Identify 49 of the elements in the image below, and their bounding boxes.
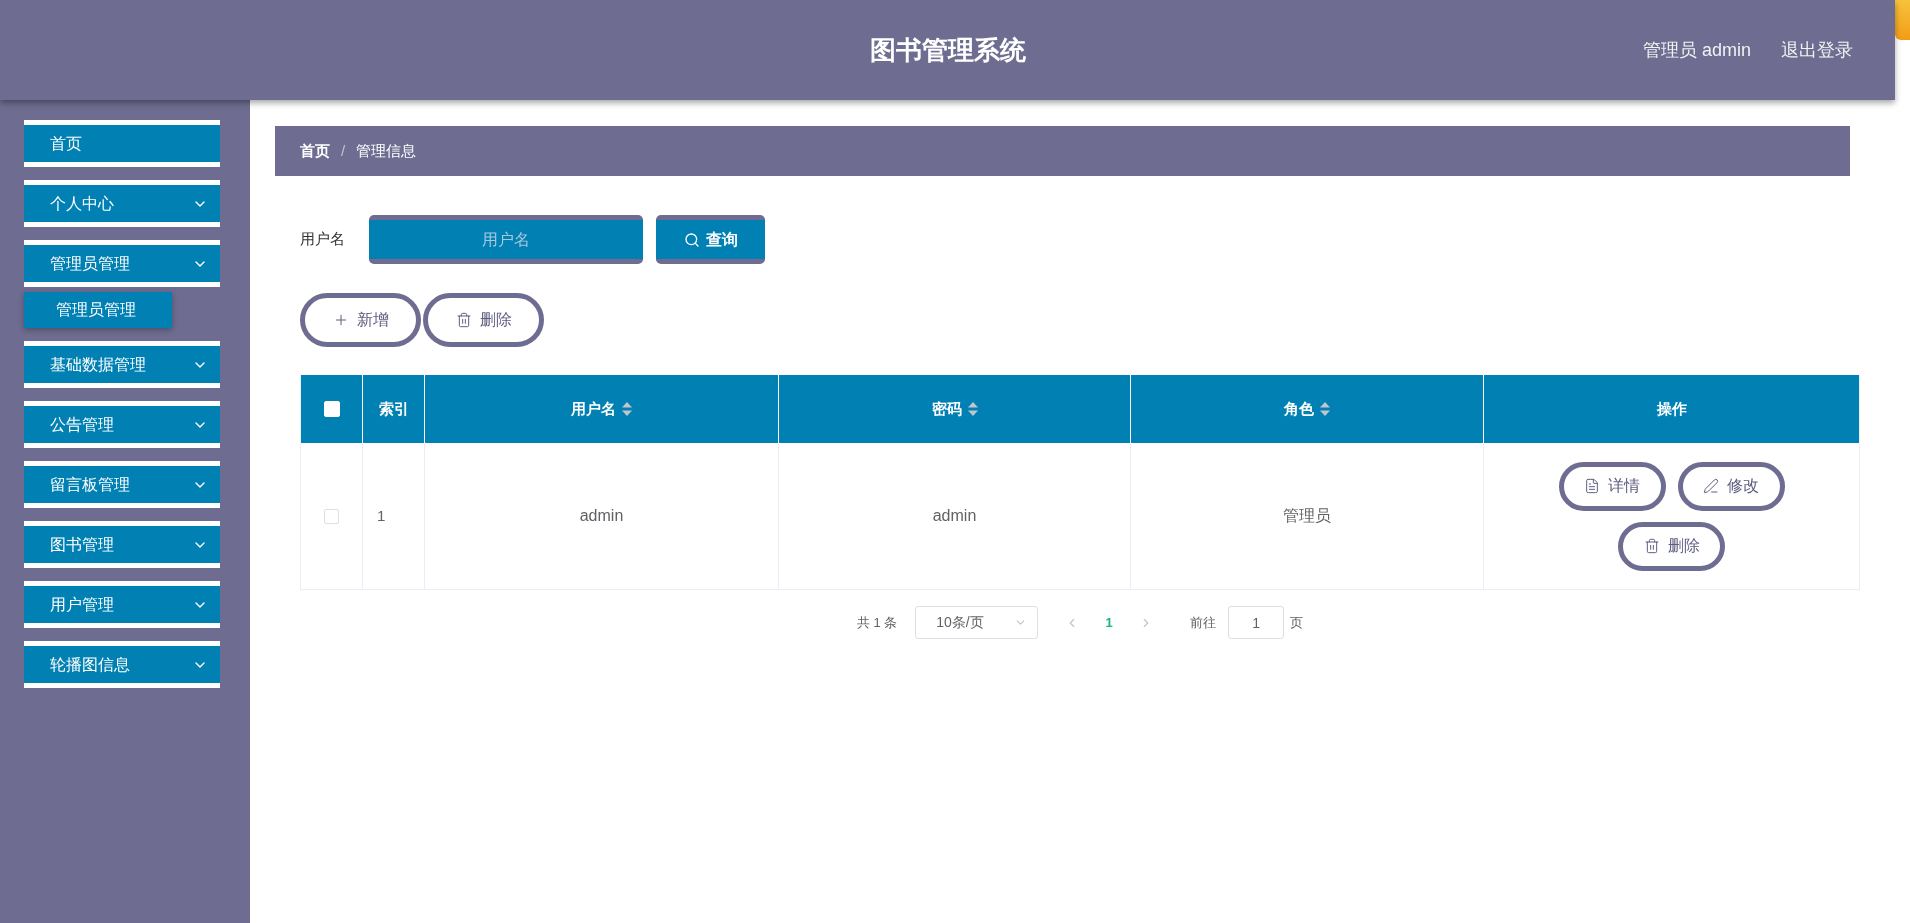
app-title: 图书管理系统 [869, 33, 1026, 67]
breadcrumb-current: 管理信息 [356, 140, 417, 161]
search-label: 用户名 [300, 229, 345, 250]
logout-link[interactable]: 退出登录 [1781, 36, 1853, 64]
sidebar-item[interactable]: 用户管理 [24, 581, 220, 628]
column-header[interactable]: 密码 [931, 397, 962, 421]
sidebar-item[interactable]: 首页 [24, 120, 220, 167]
delete-button[interactable]: 删除 [423, 293, 544, 347]
pencil-icon [1703, 478, 1719, 494]
trash-icon [1643, 538, 1660, 554]
sidebar-item[interactable]: 管理员管理 [24, 240, 220, 287]
sidebar-item[interactable]: 公告管理 [24, 401, 220, 448]
edit-button[interactable]: 修改 [1677, 461, 1785, 511]
current-user: 管理员 admin [1642, 38, 1751, 62]
trash-icon [455, 312, 472, 328]
sidebar-item[interactable]: 轮播图信息 [24, 641, 220, 688]
column-header[interactable]: 角色 [1284, 397, 1314, 421]
sort-icon[interactable] [622, 402, 632, 416]
document-icon [1584, 478, 1600, 494]
page-size-select[interactable]: 10条/页 [915, 606, 1039, 639]
breadcrumb-separator: / [341, 140, 346, 161]
sort-icon[interactable] [1320, 402, 1330, 416]
goto-suffix: 页 [1290, 613, 1304, 632]
page-number[interactable]: 1 [1091, 608, 1128, 637]
details-button[interactable]: 详情 [1558, 461, 1666, 511]
sidebar-item[interactable]: 图书管理 [24, 521, 220, 568]
sidebar-item[interactable]: 留言板管理 [24, 461, 220, 508]
search-field[interactable]: 用户名 [369, 215, 643, 264]
breadcrumb-link[interactable]: 首页 [300, 139, 330, 163]
scrollbar-thumb[interactable] [1895, 0, 1910, 40]
table-cell: 管理员 [1131, 443, 1484, 589]
sidebar-item[interactable]: 基础数据管理 [24, 341, 220, 388]
column-header[interactable]: 用户名 [571, 397, 616, 421]
goto-page-field[interactable]: 1 [1228, 606, 1285, 639]
search-icon [683, 231, 700, 248]
table-cell: 1 [363, 443, 425, 589]
column-header: 索引 [378, 398, 409, 419]
add-button[interactable]: 新增 [300, 293, 421, 347]
checkbox[interactable] [324, 508, 339, 524]
goto-label: 前往 [1190, 613, 1217, 632]
delete-button[interactable]: 删除 [1618, 521, 1725, 571]
column-header: 操作 [1656, 398, 1687, 419]
sort-icon[interactable] [967, 402, 978, 416]
table-cell: admin [779, 443, 1131, 589]
pagination-total: 共 1 条 [856, 613, 898, 632]
search-button[interactable]: 查询 [656, 215, 765, 264]
table-cell: admin [425, 443, 779, 589]
sidebar-item[interactable]: 个人中心 [24, 180, 220, 227]
submenu-item[interactable]: 管理员管理 [24, 292, 172, 328]
